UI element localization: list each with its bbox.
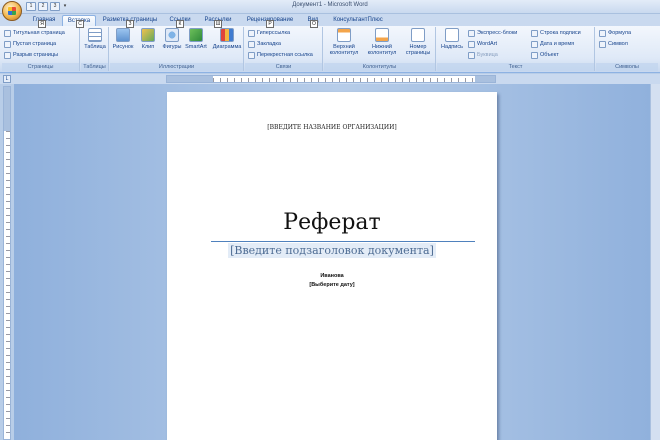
smartart-icon: [189, 28, 203, 42]
keytip-review: Р: [266, 20, 274, 28]
window-title: Документ1 - Microsoft Word: [292, 2, 368, 8]
textbox-button[interactable]: Надпись: [439, 28, 465, 50]
clipart-button[interactable]: Клип: [137, 28, 159, 50]
cross-reference-button[interactable]: Перекрестная ссылка: [248, 50, 313, 60]
chart-button[interactable]: Диаграмма: [212, 28, 242, 50]
group-label-header-footer: Колонтитулы: [324, 63, 435, 71]
symbol-button[interactable]: Символ: [599, 39, 628, 49]
page-number-icon: [411, 28, 425, 42]
blank-page-icon: [4, 40, 11, 48]
quick-parts-button[interactable]: Экспресс-блоки: [468, 28, 517, 38]
keytip-home: Я: [38, 20, 46, 28]
title-bar: Документ1 - Microsoft Word: [0, 0, 660, 14]
equation-button[interactable]: Формула: [599, 28, 631, 38]
table-icon: [88, 28, 102, 42]
picture-icon: [116, 28, 130, 42]
group-illustrations: Рисунок Клип Фигуры SmartArt Диаграмма И…: [110, 27, 244, 71]
group-text: Надпись Экспресс-блоки WordArt Буквица С…: [437, 27, 595, 71]
vertical-scrollbar[interactable]: [650, 84, 660, 440]
signature-line-icon: [531, 29, 538, 37]
group-label-pages: Страницы: [2, 63, 79, 71]
office-button[interactable]: [2, 1, 22, 21]
vruler-top-margin: [4, 87, 10, 131]
page-break-button[interactable]: Разрыв страницы: [4, 50, 58, 60]
cover-page-icon: [4, 29, 11, 37]
ruler-row: L: [0, 74, 660, 84]
equation-icon: [599, 29, 606, 37]
group-label-tables: Таблицы: [81, 63, 108, 71]
dropcap-icon: [468, 51, 475, 59]
wordart-button[interactable]: WordArt: [468, 39, 497, 49]
group-symbols: Формула Символ Символы: [596, 27, 658, 71]
group-tables: Таблица Таблицы: [81, 27, 109, 71]
tab-selector[interactable]: L: [3, 75, 11, 83]
shapes-icon: [165, 28, 179, 42]
ruler-right-margin: [475, 76, 495, 82]
object-button[interactable]: Объект: [531, 50, 559, 60]
wordart-icon: [468, 40, 475, 48]
vruler-ticks: [6, 131, 10, 439]
tab-consultantplus[interactable]: КонсультантПлюс: [330, 15, 386, 26]
keytip-page-layout: З: [126, 20, 134, 28]
qat-redo-button[interactable]: 3: [50, 2, 60, 11]
footer-icon: [375, 28, 389, 42]
author-field[interactable]: Иванова: [167, 273, 497, 279]
header-button[interactable]: Верхний колонтитул: [326, 28, 362, 56]
group-label-links: Связи: [245, 63, 322, 71]
organization-placeholder[interactable]: [ВВЕДИТЕ НАЗВАНИЕ ОРГАНИЗАЦИИ]: [167, 124, 497, 131]
qat-customize-icon[interactable]: ▾: [62, 2, 68, 11]
group-label-symbols: Символы: [596, 63, 658, 71]
hyperlink-icon: [248, 29, 255, 37]
group-pages: Титульная страница Пустая страница Разры…: [2, 27, 80, 71]
group-label-text: Текст: [437, 63, 594, 71]
date-picker-field[interactable]: [Выберите дату]: [167, 282, 497, 288]
subtitle-wrap: [Введите подзаголовок документа]: [167, 243, 497, 258]
clipart-icon: [141, 28, 155, 42]
shapes-button[interactable]: Фигуры: [161, 28, 183, 50]
chart-icon: [220, 28, 234, 42]
group-header-footer: Верхний колонтитул Нижний колонтитул Ном…: [324, 27, 436, 71]
ribbon-tabs: Главная Вставка Разметка страницы Ссылки…: [0, 14, 660, 28]
keytip-mailings: Ш: [214, 20, 222, 28]
keytip-references: К: [176, 20, 184, 28]
blank-page-button[interactable]: Пустая страница: [4, 39, 56, 49]
keytip-insert: С: [76, 20, 84, 28]
subtitle-placeholder[interactable]: [Введите подзаголовок документа]: [228, 243, 436, 258]
ruler-ticks: [213, 78, 475, 82]
signature-line-button[interactable]: Строка подписи: [531, 28, 581, 38]
dropcap-button[interactable]: Буквица: [468, 50, 498, 60]
footer-button[interactable]: Нижний колонтитул: [364, 28, 400, 56]
table-button[interactable]: Таблица: [84, 28, 106, 50]
omega-icon: [599, 40, 606, 48]
date-time-button[interactable]: Дата и время: [531, 39, 574, 49]
document-page[interactable]: [ВВЕДИТЕ НАЗВАНИЕ ОРГАНИЗАЦИИ] Реферат […: [167, 92, 497, 440]
page-number-button[interactable]: Номер страницы: [402, 28, 434, 56]
horizontal-ruler[interactable]: [166, 75, 496, 83]
quick-parts-icon: [468, 29, 475, 37]
object-icon: [531, 51, 538, 59]
date-time-icon: [531, 40, 538, 48]
group-links: Гиперссылка Закладка Перекрестная ссылка…: [245, 27, 323, 71]
qat-undo-button[interactable]: 2: [38, 2, 48, 11]
hyperlink-button[interactable]: Гиперссылка: [248, 28, 290, 38]
page-break-icon: [4, 51, 11, 59]
title-divider: [211, 241, 475, 242]
vertical-ruler[interactable]: [3, 86, 11, 440]
picture-button[interactable]: Рисунок: [112, 28, 134, 50]
keytip-view: О: [310, 20, 318, 28]
cross-reference-icon: [248, 51, 255, 59]
ruler-left-margin: [167, 76, 213, 82]
quick-access-toolbar: 1 2 3 ▾: [26, 2, 68, 11]
document-title[interactable]: Реферат: [167, 210, 497, 235]
document-workspace: [ВВЕДИТЕ НАЗВАНИЕ ОРГАНИЗАЦИИ] Реферат […: [14, 84, 660, 440]
cover-page-button[interactable]: Титульная страница: [4, 28, 65, 38]
ribbon-insert: Титульная страница Пустая страница Разры…: [0, 26, 660, 73]
header-icon: [337, 28, 351, 42]
bookmark-button[interactable]: Закладка: [248, 39, 281, 49]
textbox-icon: [445, 28, 459, 42]
group-label-illustrations: Иллюстрации: [110, 63, 243, 71]
bookmark-icon: [248, 40, 255, 48]
qat-save-button[interactable]: 1: [26, 2, 36, 11]
smartart-button[interactable]: SmartArt: [185, 28, 207, 50]
